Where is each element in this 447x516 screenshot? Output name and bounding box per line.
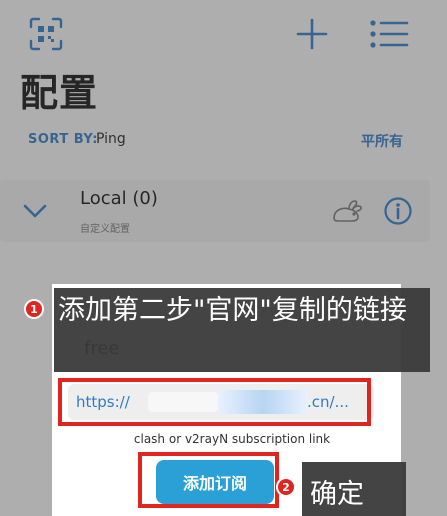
app-screen: 配置 SORT BY: Ping 平所有 Local (0) 自定义配置 htt… — [0, 0, 447, 516]
instruction-text-2: 确定 — [310, 479, 364, 510]
instruction-callout-1: 添加第二步"官网"复制的链接 — [54, 288, 430, 372]
step-badge-2: 2 — [276, 477, 296, 497]
highlight-button-box — [138, 452, 279, 508]
instruction-text-1: 添加第二步"官网"复制的链接 — [58, 295, 407, 326]
highlight-url-box — [58, 378, 371, 426]
url-hint: clash or v2rayN subscription link — [133, 432, 331, 446]
step-badge-1: 1 — [24, 299, 44, 319]
instruction-callout-2: 确定 — [302, 462, 406, 516]
